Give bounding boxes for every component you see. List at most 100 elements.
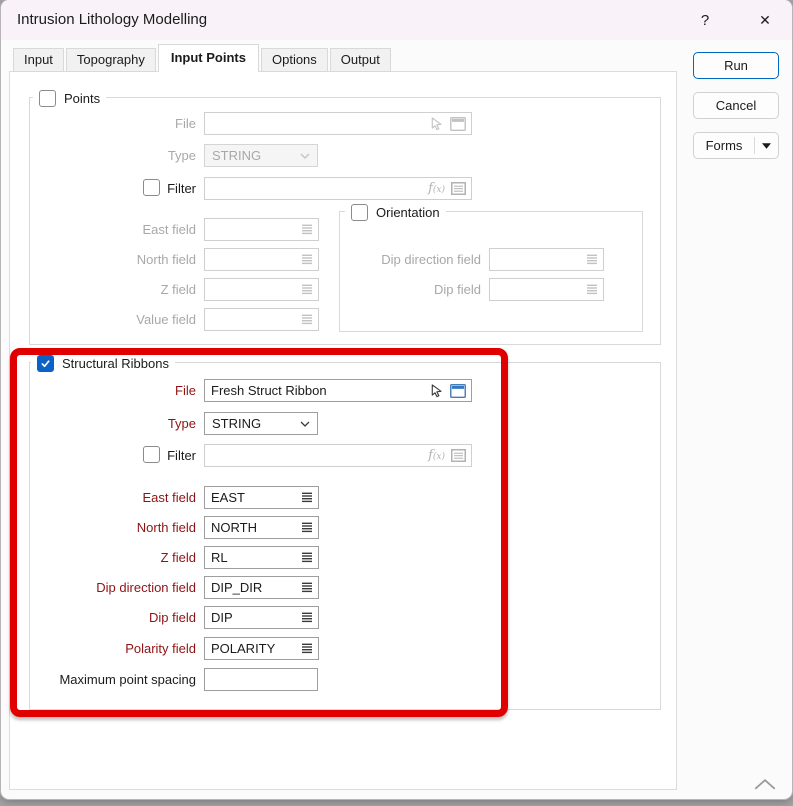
field-list-icon[interactable] — [586, 284, 598, 295]
run-button-label: Run — [724, 58, 748, 73]
points-filter-input[interactable] — [211, 178, 423, 199]
orientation-dip-direction-field[interactable] — [489, 248, 604, 271]
chevron-down-icon — [300, 153, 310, 159]
orientation-dip-direction-input[interactable] — [496, 249, 580, 270]
browse-window-icon[interactable] — [450, 383, 466, 398]
field-list-icon[interactable] — [586, 254, 598, 265]
cancel-button[interactable]: Cancel — [693, 92, 779, 119]
points-north-input[interactable] — [211, 249, 295, 270]
fx-expression-icon[interactable]: f(x) — [428, 181, 445, 196]
tab-output[interactable]: Output — [329, 48, 391, 72]
points-filter-label: Filter — [167, 181, 196, 196]
points-z-field[interactable] — [204, 278, 319, 301]
ribbons-z-input[interactable] — [211, 547, 295, 568]
points-group-label: Points — [64, 90, 101, 106]
points-east-field[interactable] — [204, 218, 319, 241]
points-east-label: East field — [142, 222, 196, 237]
tab-strip: Input Topography Input Points Options Ou… — [13, 44, 393, 72]
orientation-dip-field[interactable] — [489, 278, 604, 301]
points-value-field[interactable] — [204, 308, 319, 331]
ribbons-polarity-input[interactable] — [211, 638, 295, 659]
field-list-icon[interactable] — [301, 254, 313, 265]
field-list-icon[interactable] — [301, 284, 313, 295]
structural-ribbons-group-header: Structural Ribbons — [31, 354, 175, 372]
ribbons-north-input[interactable] — [211, 517, 295, 538]
points-east-input[interactable] — [211, 219, 295, 240]
ribbons-east-field[interactable] — [204, 486, 319, 509]
window-title: Intrusion Lithology Modelling — [17, 11, 208, 28]
field-list-icon[interactable] — [301, 224, 313, 235]
collapse-chevron-icon[interactable] — [753, 778, 777, 796]
ribbons-dip-input[interactable] — [211, 607, 295, 628]
ribbons-max-spacing-input[interactable] — [211, 669, 312, 690]
expression-list-icon[interactable] — [451, 182, 466, 195]
ribbons-type-dropdown[interactable]: STRING — [204, 412, 318, 435]
help-button[interactable]: ? — [682, 0, 728, 40]
ribbons-polarity-field[interactable] — [204, 637, 319, 660]
title-bar: Intrusion Lithology Modelling ? ✕ — [1, 0, 792, 40]
points-file-label: File — [175, 116, 196, 131]
field-list-icon[interactable] — [301, 612, 313, 623]
fx-expression-icon[interactable]: f(x) — [428, 448, 445, 463]
forms-button[interactable]: Forms — [693, 132, 779, 159]
points-value-input[interactable] — [211, 309, 295, 330]
field-list-icon[interactable] — [301, 582, 313, 593]
expression-list-icon[interactable] — [451, 449, 466, 462]
ribbons-dip-direction-label: Dip direction field — [96, 580, 196, 595]
field-list-icon[interactable] — [301, 552, 313, 563]
close-button[interactable]: ✕ — [742, 0, 788, 40]
points-north-field[interactable] — [204, 248, 319, 271]
ribbons-max-spacing-field[interactable] — [204, 668, 318, 691]
points-type-dropdown[interactable]: STRING — [204, 144, 318, 167]
ribbons-dip-field[interactable] — [204, 606, 319, 629]
checkmark-icon — [41, 359, 50, 367]
ribbons-dip-label: Dip field — [149, 610, 196, 625]
ribbons-z-field[interactable] — [204, 546, 319, 569]
structural-ribbons-checkbox[interactable] — [37, 354, 54, 372]
ribbons-type-label: Type — [167, 416, 196, 431]
ribbons-north-label: North field — [136, 520, 196, 535]
tab-input[interactable]: Input — [13, 48, 64, 72]
ribbons-dip-direction-field[interactable] — [204, 576, 319, 599]
close-icon: ✕ — [759, 11, 771, 28]
tab-input-points[interactable]: Input Points — [157, 44, 259, 72]
chevron-down-icon — [300, 421, 310, 427]
run-button[interactable]: Run — [693, 52, 779, 79]
orientation-group-header: Orientation — [345, 203, 446, 221]
points-file-field[interactable] — [204, 112, 472, 135]
field-list-icon[interactable] — [301, 643, 313, 654]
field-list-icon[interactable] — [301, 522, 313, 533]
points-type-value: STRING — [212, 148, 262, 163]
points-file-input[interactable] — [211, 113, 423, 134]
pick-cursor-icon[interactable] — [429, 116, 444, 132]
orientation-dip-input[interactable] — [496, 279, 580, 300]
orientation-dip-label: Dip field — [434, 282, 481, 297]
ribbons-file-field[interactable] — [204, 379, 472, 402]
browse-window-icon[interactable] — [450, 116, 466, 131]
ribbons-file-label: File — [175, 383, 196, 398]
points-checkbox[interactable] — [39, 89, 56, 107]
points-filter-field[interactable]: f(x) — [204, 177, 472, 200]
orientation-checkbox[interactable] — [351, 203, 368, 221]
field-list-icon[interactable] — [301, 492, 313, 503]
ribbons-filter-input[interactable] — [211, 445, 423, 466]
ribbons-type-value: STRING — [212, 416, 262, 431]
points-z-input[interactable] — [211, 279, 295, 300]
tab-topography[interactable]: Topography — [65, 48, 156, 72]
forms-dropdown-arrow-icon[interactable] — [755, 142, 778, 149]
forms-button-label: Forms — [705, 138, 743, 153]
points-type-label: Type — [167, 148, 196, 163]
structural-ribbons-group-label: Structural Ribbons — [62, 355, 169, 371]
ribbons-dip-direction-input[interactable] — [211, 577, 295, 598]
ribbons-z-label: Z field — [160, 550, 196, 565]
ribbons-filter-field[interactable]: f(x) — [204, 444, 472, 467]
cancel-button-label: Cancel — [715, 98, 757, 113]
orientation-group-label: Orientation — [376, 204, 440, 220]
field-list-icon[interactable] — [301, 314, 313, 325]
ribbons-max-spacing-label: Maximum point spacing — [59, 672, 196, 687]
pick-cursor-icon[interactable] — [429, 383, 444, 399]
ribbons-north-field[interactable] — [204, 516, 319, 539]
ribbons-file-input[interactable] — [211, 380, 423, 401]
tab-options[interactable]: Options — [260, 48, 328, 72]
ribbons-east-input[interactable] — [211, 487, 295, 508]
